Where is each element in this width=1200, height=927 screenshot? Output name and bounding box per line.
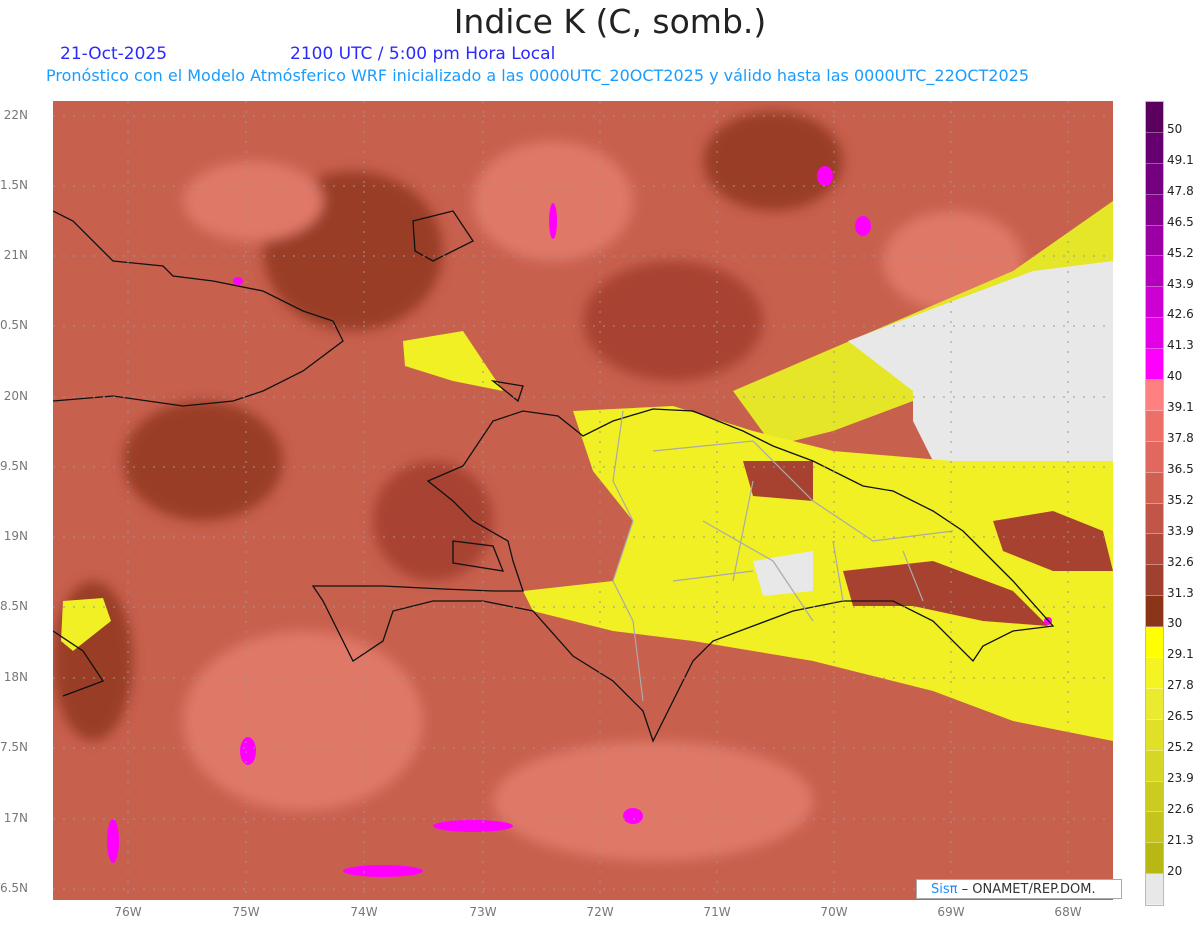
- color-scale-bin: [1146, 565, 1163, 597]
- color-scale-label: 46.5: [1167, 214, 1194, 229]
- color-scale-bin: [1146, 102, 1163, 133]
- color-scale-bin: [1146, 194, 1163, 226]
- color-scale-bin: [1146, 503, 1163, 535]
- color-scale-bin: [1146, 781, 1163, 813]
- color-scale-label: 22.6: [1167, 801, 1194, 816]
- color-scale-bin: [1146, 719, 1163, 751]
- lon-label: 76W: [114, 905, 142, 919]
- color-scale-label: 23.9: [1167, 770, 1194, 785]
- color-scale-bin: [1146, 132, 1163, 164]
- color-scale-bin: [1146, 163, 1163, 195]
- color-scale-bin: [1146, 627, 1163, 659]
- lat-label: 8.5N: [0, 599, 28, 613]
- color-scale-label: 31.3: [1167, 585, 1194, 600]
- lat-label: 7.5N: [0, 740, 28, 754]
- lon-label: 69W: [937, 905, 965, 919]
- color-scale-label: 29.1: [1167, 647, 1194, 662]
- color-scale-bin: [1146, 318, 1163, 350]
- map-title: Indice K (C, somb.): [453, 2, 767, 41]
- lat-label: 17N: [3, 811, 28, 825]
- color-scale-bin: [1146, 596, 1163, 628]
- lat-label: 20N: [3, 389, 28, 403]
- lat-label: 22N: [3, 108, 28, 122]
- color-scale-label: 50: [1167, 122, 1183, 136]
- color-scale-bin: [1146, 750, 1163, 782]
- color-scale-label: 39.1: [1167, 400, 1194, 415]
- color-scale-label: 35.2: [1167, 492, 1194, 507]
- color-scale-label: 37.8: [1167, 431, 1194, 445]
- lon-label: 73W: [469, 905, 497, 919]
- color-scale-bin: [1146, 843, 1163, 875]
- lat-label: 9.5N: [0, 459, 28, 473]
- credit-text: – ONAMET/REP.DOM.: [961, 882, 1096, 897]
- color-scale-bin: [1146, 534, 1163, 566]
- color-scale-label: 49.1: [1167, 152, 1194, 167]
- color-scale-label: 45.2: [1167, 245, 1194, 260]
- lat-label: 18N: [3, 670, 28, 684]
- model-subtitle: Pronóstico con el Modelo Atmósferico WRF…: [46, 66, 1030, 85]
- forecast-time: 2100 UTC / 5:00 pm Hora Local: [290, 44, 556, 64]
- lon-label: 75W: [232, 905, 260, 919]
- color-scale-label: 36.5: [1167, 461, 1194, 476]
- color-scale-bin: [1146, 380, 1163, 411]
- lat-label: 21N: [3, 248, 28, 262]
- color-scale-bin: [1146, 349, 1163, 381]
- color-scale-bin: [1146, 472, 1163, 504]
- lon-label: 72W: [586, 905, 614, 919]
- color-scale-label: 43.9: [1167, 276, 1194, 291]
- lon-label: 74W: [350, 905, 378, 919]
- color-scale-label: 33.9: [1167, 523, 1194, 538]
- color-scale-label: 26.5: [1167, 709, 1194, 724]
- color-scale-label: 47.8: [1167, 183, 1194, 198]
- lon-label: 71W: [703, 905, 731, 919]
- color-scale-label: 21.3: [1167, 832, 1194, 847]
- lat-label: 6.5N: [0, 881, 28, 895]
- color-scale-bin: [1146, 441, 1163, 473]
- lat-label: 1.5N: [0, 178, 28, 192]
- forecast-date: 21-Oct-2025: [60, 44, 168, 64]
- lon-label: 68W: [1054, 905, 1082, 919]
- color-scale-label: 30: [1167, 616, 1183, 631]
- color-scale-bin: [1146, 225, 1163, 257]
- color-scale-label: 32.6: [1167, 554, 1194, 569]
- color-scale-bin: [1146, 256, 1163, 288]
- color-scale-bin: [1146, 812, 1163, 844]
- color-scale: [1145, 101, 1164, 907]
- lat-label: 19N: [3, 529, 28, 543]
- color-scale-label: 40: [1167, 369, 1183, 384]
- color-scale-bin: [1146, 410, 1163, 442]
- credit-box: Sisπ – ONAMET/REP.DOM.: [916, 879, 1122, 899]
- lon-label: 70W: [820, 905, 848, 919]
- color-scale-label: 20: [1167, 863, 1183, 878]
- color-scale-label: 41.3: [1167, 338, 1194, 353]
- k-index-map: [53, 101, 1113, 900]
- color-scale-bin: [1146, 658, 1163, 689]
- sispi-logo: Sisπ: [931, 882, 958, 897]
- color-scale-bin: [1146, 688, 1163, 720]
- lat-label: 0.5N: [0, 318, 28, 332]
- color-scale-bin: [1146, 874, 1163, 906]
- color-scale-label: 25.2: [1167, 740, 1194, 754]
- color-scale-label: 27.8: [1167, 678, 1194, 693]
- color-scale-bin: [1146, 287, 1163, 319]
- color-scale-label: 42.6: [1167, 307, 1194, 322]
